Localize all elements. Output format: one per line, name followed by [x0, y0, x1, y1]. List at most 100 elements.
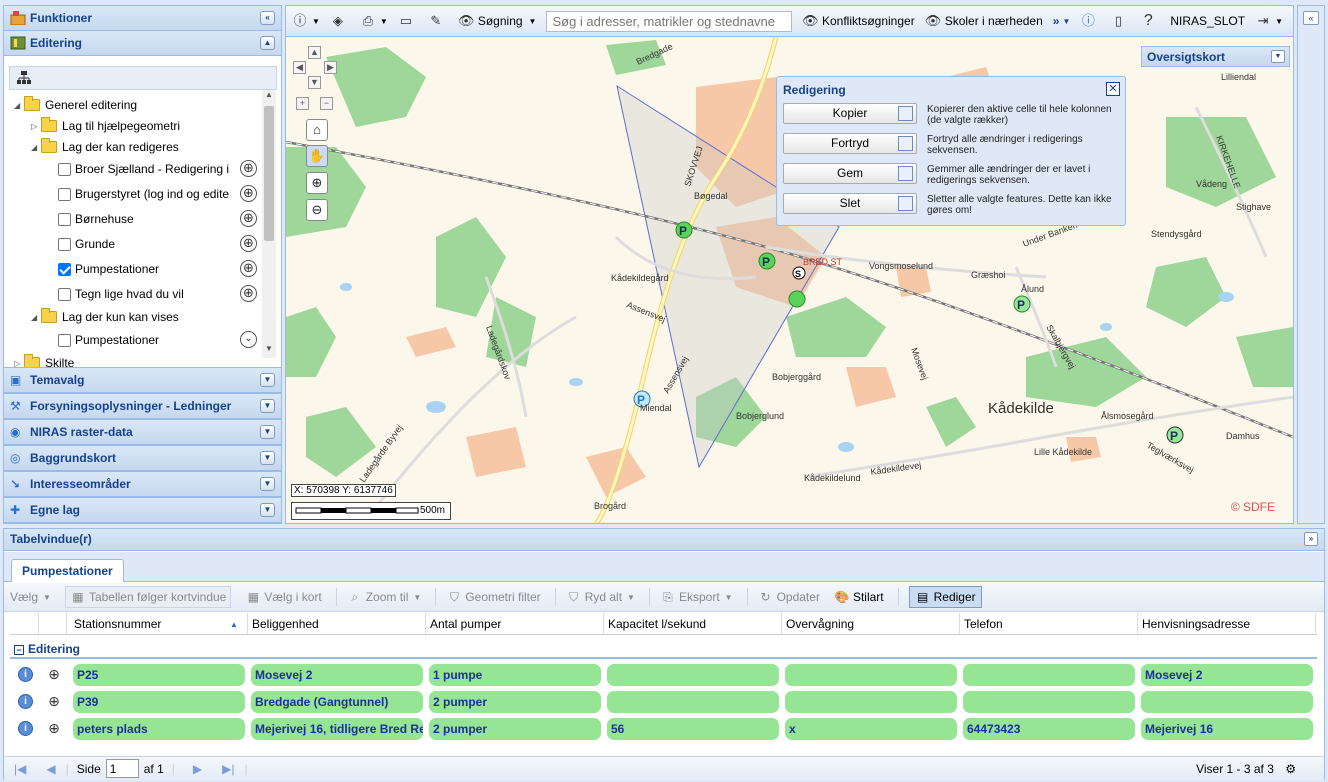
home-button[interactable]: ⌂	[306, 119, 328, 141]
table-cell[interactable]	[607, 691, 779, 713]
table-cell[interactable]: 56	[607, 718, 779, 740]
layer-checkbox[interactable]	[58, 287, 71, 301]
info-dropdown[interactable]: ⓘ ▼	[292, 13, 319, 29]
measure-button[interactable]: ▭	[398, 13, 418, 29]
layer-checkbox[interactable]	[58, 212, 71, 226]
layer-checkbox[interactable]	[58, 187, 71, 201]
more-tools-button[interactable]: » ▼	[1053, 14, 1071, 28]
expand-arrow-icon[interactable]: ◢	[31, 313, 41, 322]
editing-collapse-toggle[interactable]: ▲	[260, 36, 275, 50]
layer-checkbox[interactable]	[58, 333, 71, 347]
table-cell[interactable]: Mosevej 2	[251, 664, 423, 686]
last-page-button[interactable]: ▶|	[222, 762, 234, 776]
info-icon[interactable]: i	[18, 667, 33, 682]
table-row[interactable]: i ⊕ P25 Mosevej 2 1 pumpe Mosevej 2	[10, 662, 1317, 688]
table-cell[interactable]: x	[785, 718, 957, 740]
table-cell[interactable]	[607, 664, 779, 686]
pan-left-button[interactable]: ◀	[293, 61, 306, 74]
close-icon[interactable]: ✕	[1106, 82, 1120, 96]
settings-icon[interactable]: ⚙	[1285, 762, 1296, 776]
tree-layer[interactable]: Børnehuse	[48, 209, 134, 229]
add-feature-icon[interactable]: ⊕	[240, 235, 257, 252]
section-expand-toggle[interactable]: ▼	[260, 399, 275, 413]
section-expand-toggle[interactable]: ▼	[260, 477, 275, 491]
table-cell[interactable]: Bredgade (Gangtunnel)	[251, 691, 423, 713]
section-expand-toggle[interactable]: ▼	[260, 451, 275, 465]
search-button[interactable]: 👁 Søgning ▼	[458, 13, 537, 29]
add-feature-icon[interactable]: ⊕	[240, 260, 257, 277]
slet-button[interactable]: Slet	[783, 193, 917, 214]
table-cell[interactable]: 64473423	[963, 718, 1135, 740]
style-button[interactable]: 🎨 Stilart	[834, 589, 883, 605]
table-cell[interactable]: 2 pumper	[429, 691, 601, 713]
expand-arrow-icon[interactable]: ◢	[31, 143, 41, 152]
follow-map-button[interactable]: ▦ Tabellen følger kortvindue	[64, 586, 232, 608]
clear-all-dropdown[interactable]: ⛉ Ryd alt ▼	[566, 589, 635, 605]
table-cell[interactable]	[785, 664, 957, 686]
info-icon[interactable]: i	[18, 721, 33, 736]
zoom-to-row-icon[interactable]: ⊕	[46, 666, 62, 682]
table-cell[interactable]: peters plads	[73, 718, 245, 740]
section-expand-toggle[interactable]: ▼	[260, 373, 275, 387]
document-button[interactable]: ▯	[1110, 13, 1130, 29]
zoom-out-button[interactable]: ⊖	[306, 199, 328, 221]
help-button[interactable]: ?	[1140, 13, 1160, 29]
section-header[interactable]: ◎ Baggrundskort ▼	[4, 445, 281, 471]
column-header[interactable]: Beliggenhed	[252, 617, 319, 631]
add-feature-icon[interactable]: ⊕	[240, 210, 257, 227]
table-window-collapse[interactable]: »	[1304, 532, 1318, 546]
section-expand-toggle[interactable]: ▼	[260, 425, 275, 439]
table-cell[interactable]: 1 pumpe	[429, 664, 601, 686]
geometry-filter-button[interactable]: ⛉ Geometri filter	[446, 589, 541, 605]
zoom-to-row-icon[interactable]: ⊕	[46, 720, 62, 736]
pan-right-button[interactable]: ▶	[324, 61, 337, 74]
overview-toggle[interactable]: ▼	[1271, 50, 1285, 63]
table-row[interactable]: i ⊕ peters plads Mejerivej 16, tidligere Br…	[10, 716, 1317, 742]
column-header[interactable]: Telefon	[964, 617, 1003, 631]
group-row-editering[interactable]: − Editering	[10, 639, 1317, 659]
pan-up-button[interactable]: ▲	[308, 46, 321, 59]
tab-pumpestationer[interactable]: Pumpestationer	[11, 559, 124, 582]
collapse-left-button[interactable]: «	[260, 11, 275, 25]
tree-layer[interactable]: Brugerstyret (log ind og edite	[48, 184, 229, 204]
section-header[interactable]: ↘ Interesseområder ▼	[4, 471, 281, 497]
fortryd-button[interactable]: Fortryd	[783, 133, 917, 154]
prev-page-button[interactable]: ◀	[46, 762, 55, 776]
info-icon[interactable]: i	[18, 694, 33, 709]
select-in-map-button[interactable]: ▦ Vælg i kort	[245, 589, 322, 605]
table-cell[interactable]	[963, 664, 1135, 686]
zoom-to-row-icon[interactable]: ⊕	[46, 693, 62, 709]
page-number-input[interactable]	[105, 759, 139, 778]
table-cell[interactable]	[963, 691, 1135, 713]
expand-right-button[interactable]: «	[1303, 11, 1319, 25]
layer-checkbox[interactable]	[58, 262, 71, 276]
sort-asc-icon[interactable]: ▲	[230, 620, 238, 629]
nearby-schools-button[interactable]: 👁 Skoler i nærheden	[925, 13, 1043, 29]
column-header[interactable]: Antal pumper	[430, 617, 501, 631]
tree-layer[interactable]: Pumpestationer	[48, 330, 159, 350]
add-feature-icon[interactable]: ⊕	[240, 285, 257, 302]
section-header[interactable]: ⚒ Forsyningsoplysninger - Ledninger ▼	[4, 393, 281, 419]
logout-dropdown[interactable]: ⇥ ▼	[1255, 13, 1283, 29]
section-header[interactable]: ✚ Egne lag ▼	[4, 497, 281, 523]
zoom-in-button[interactable]: ⊕	[306, 172, 328, 194]
tree-scrollbar[interactable]: ▲ ▼	[262, 90, 276, 358]
zoom-to-dropdown[interactable]: ⌕ Zoom til ▼	[347, 589, 421, 605]
table-cell[interactable]	[785, 691, 957, 713]
export-dropdown[interactable]: ⎘ Eksport ▼	[660, 589, 732, 605]
search-input[interactable]	[546, 10, 792, 32]
editing-header[interactable]: Editering ▲	[4, 31, 281, 56]
column-header[interactable]: Kapacitet l/sekund	[608, 617, 706, 631]
table-cell[interactable]: Mosevej 2	[1141, 664, 1313, 686]
tree-structure-icon[interactable]	[16, 70, 32, 89]
pan-down-button[interactable]: ▼	[308, 76, 321, 89]
tree-folder[interactable]: ▷ Lag til hjælpegeometri	[31, 116, 180, 136]
expand-arrow-icon[interactable]: ▷	[31, 122, 41, 131]
section-header[interactable]: ▣ Temavalg ▼	[4, 367, 281, 393]
column-header[interactable]: Stationsnummer	[74, 617, 161, 631]
conflict-search-button[interactable]: 👁 Konfliktsøgninger	[802, 13, 915, 29]
tree-folder[interactable]: ◢ Generel editering	[14, 95, 137, 115]
layers-button[interactable]: ◈	[330, 13, 350, 29]
kopier-button[interactable]: Kopier	[783, 103, 917, 124]
tree-folder[interactable]: ◢ Lag der kun kan vises	[31, 307, 179, 327]
